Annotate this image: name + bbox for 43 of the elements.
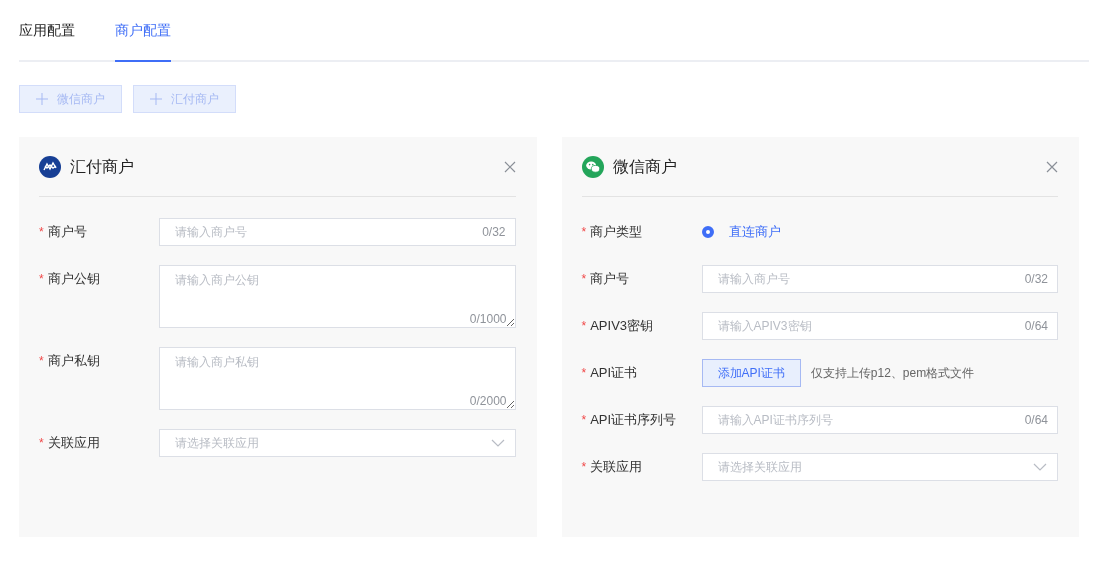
field-label: 关联应用 <box>590 458 643 476</box>
card-title: 汇付商户 <box>70 156 135 177</box>
char-counter: 0/64 <box>1024 319 1048 333</box>
required-mark: * <box>581 271 587 288</box>
radio-option[interactable]: 直连商户 <box>701 218 781 246</box>
char-counter: 0/32 <box>482 225 506 239</box>
tab[interactable]: 商户配置 <box>115 0 171 62</box>
char-counter: 0/64 <box>1024 413 1048 427</box>
tab[interactable]: 应用配置 <box>19 0 75 62</box>
card-title: 微信商户 <box>612 156 678 177</box>
plus-icon <box>36 93 48 105</box>
close-button[interactable] <box>1046 161 1058 173</box>
field-label: API证书序列号 <box>590 411 677 429</box>
required-mark: * <box>39 353 44 370</box>
close-icon <box>503 161 516 173</box>
char-counter: 0/1000 <box>469 312 507 326</box>
hint-text: 仅支持上传p12、pem格式文件 <box>810 364 975 382</box>
chevron-down-icon <box>1033 463 1047 471</box>
field-label: 商户号 <box>590 270 630 288</box>
char-counter: 0/2000 <box>469 394 507 408</box>
char-counter: 0/32 <box>1024 272 1048 286</box>
field-label: 关联应用 <box>47 434 100 452</box>
required-mark: * <box>581 318 587 335</box>
logo-icon <box>39 156 61 178</box>
required-mark: * <box>39 224 44 241</box>
field-label: API证书 <box>590 364 638 382</box>
required-mark: * <box>581 365 587 382</box>
plus-icon <box>150 93 162 105</box>
required-mark: * <box>581 224 587 241</box>
required-mark: * <box>39 271 44 288</box>
required-mark: * <box>581 412 587 429</box>
required-mark: * <box>39 435 44 452</box>
chat-bubbles-icon <box>581 156 604 178</box>
close-button[interactable] <box>503 161 516 173</box>
field-label: 商户公钥 <box>47 270 100 288</box>
field-label: 商户私钥 <box>47 352 100 370</box>
required-mark: * <box>581 459 587 476</box>
field-label: 商户类型 <box>590 223 643 241</box>
upload-button[interactable]: 添加API证书 <box>701 359 801 387</box>
chevron-down-icon <box>490 439 505 447</box>
field-label: APIV3密钥 <box>590 317 654 335</box>
field-label: 商户号 <box>47 223 87 241</box>
close-icon <box>1046 161 1058 173</box>
